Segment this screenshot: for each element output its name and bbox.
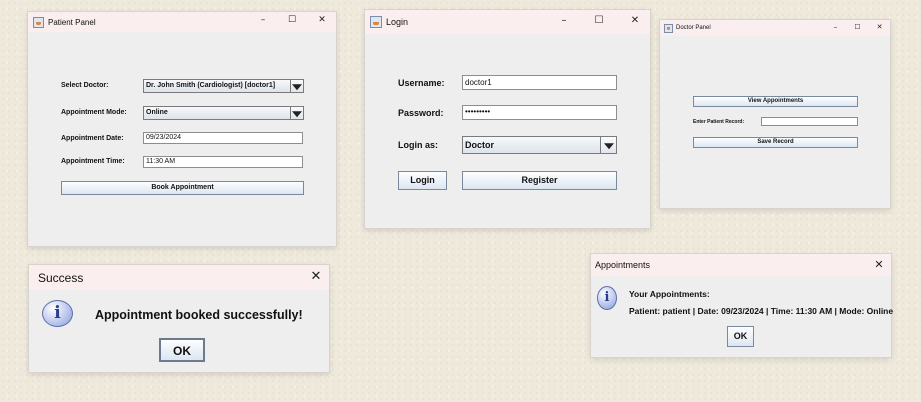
login-titlebar: Login — [365, 10, 650, 34]
java-cup-icon — [370, 16, 382, 28]
appointment-time-field[interactable]: 11:30 AM — [143, 156, 303, 168]
dialog-title: Appointments — [595, 260, 651, 270]
information-icon: i — [42, 300, 73, 327]
minimize-icon[interactable]: – — [557, 15, 571, 26]
chevron-down-icon[interactable] — [290, 107, 303, 119]
close-icon[interactable]: ✕ — [875, 23, 884, 31]
login-as-label: Login as: — [398, 140, 438, 150]
window-title: Doctor Panel — [676, 25, 711, 31]
patient-record-label: Enter Patient Record: — [693, 119, 745, 125]
username-label: Username: — [398, 78, 445, 88]
close-icon[interactable]: ✕ — [316, 15, 328, 25]
success-dialog: Success ✕ i Appointment booked successfu… — [29, 265, 329, 372]
dialog-title: Success — [38, 270, 84, 285]
chevron-down-icon[interactable] — [290, 80, 303, 92]
appointments-titlebar: Appointments — [591, 254, 891, 276]
chevron-down-icon[interactable] — [600, 137, 616, 153]
java-cup-icon — [664, 23, 673, 33]
password-field[interactable]: ••••••••• — [462, 105, 617, 120]
success-titlebar: Success — [29, 265, 329, 290]
doctor-panel-window: Doctor Panel – ☐ ✕ View Appointments Ent… — [660, 20, 890, 208]
maximize-icon[interactable]: ☐ — [286, 15, 298, 25]
save-record-button[interactable]: Save Record — [693, 137, 858, 148]
patient-panel-window: Patient Panel – ☐ ✕ Select Doctor: Dr. J… — [28, 12, 336, 246]
appointment-mode-value: Online — [146, 109, 168, 116]
select-doctor-combo[interactable]: Dr. John Smith (Cardiologist) [doctor1] — [143, 79, 304, 93]
patient-record-field[interactable] — [761, 117, 858, 126]
username-field[interactable]: doctor1 — [462, 75, 617, 90]
select-doctor-label: Select Doctor: — [61, 82, 109, 89]
select-doctor-value: Dr. John Smith (Cardiologist) [doctor1] — [146, 82, 276, 89]
close-icon[interactable]: ✕ — [308, 269, 324, 284]
close-icon[interactable]: ✕ — [872, 258, 886, 271]
appointments-dialog: Appointments ✕ i Your Appointments: Pati… — [591, 254, 894, 357]
close-icon[interactable]: ✕ — [628, 15, 642, 26]
register-button[interactable]: Register — [462, 171, 617, 190]
maximize-icon[interactable]: ☐ — [592, 15, 606, 26]
information-icon: i — [597, 286, 617, 310]
login-as-combo[interactable]: Doctor — [462, 136, 617, 154]
appointments-heading: Your Appointments: — [629, 289, 710, 299]
java-cup-icon — [33, 16, 44, 28]
window-title: Patient Panel — [48, 17, 96, 27]
appointment-date-label: Appointment Date: — [61, 135, 124, 142]
login-button[interactable]: Login — [398, 171, 447, 190]
view-appointments-button[interactable]: View Appointments — [693, 96, 858, 107]
ok-button[interactable]: OK — [727, 326, 754, 347]
appointment-time-label: Appointment Time: — [61, 158, 125, 165]
login-window: Login – ☐ ✕ Username: doctor1 Password: … — [365, 10, 650, 228]
ok-button[interactable]: OK — [159, 338, 205, 362]
book-appointment-button[interactable]: Book Appointment — [61, 181, 304, 195]
appointment-date-field[interactable]: 09/23/2024 — [143, 132, 303, 144]
success-message: Appointment booked successfully! — [95, 308, 303, 322]
appointment-mode-label: Appointment Mode: — [61, 109, 127, 116]
login-as-value: Doctor — [465, 140, 494, 150]
window-title: Login — [386, 17, 409, 27]
password-label: Password: — [398, 108, 444, 118]
minimize-icon[interactable]: – — [831, 23, 840, 31]
appointment-detail: Patient: patient | Date: 09/23/2024 | Ti… — [629, 306, 894, 316]
maximize-icon[interactable]: ☐ — [853, 23, 862, 31]
appointment-mode-combo[interactable]: Online — [143, 106, 304, 120]
minimize-icon[interactable]: – — [257, 15, 269, 25]
